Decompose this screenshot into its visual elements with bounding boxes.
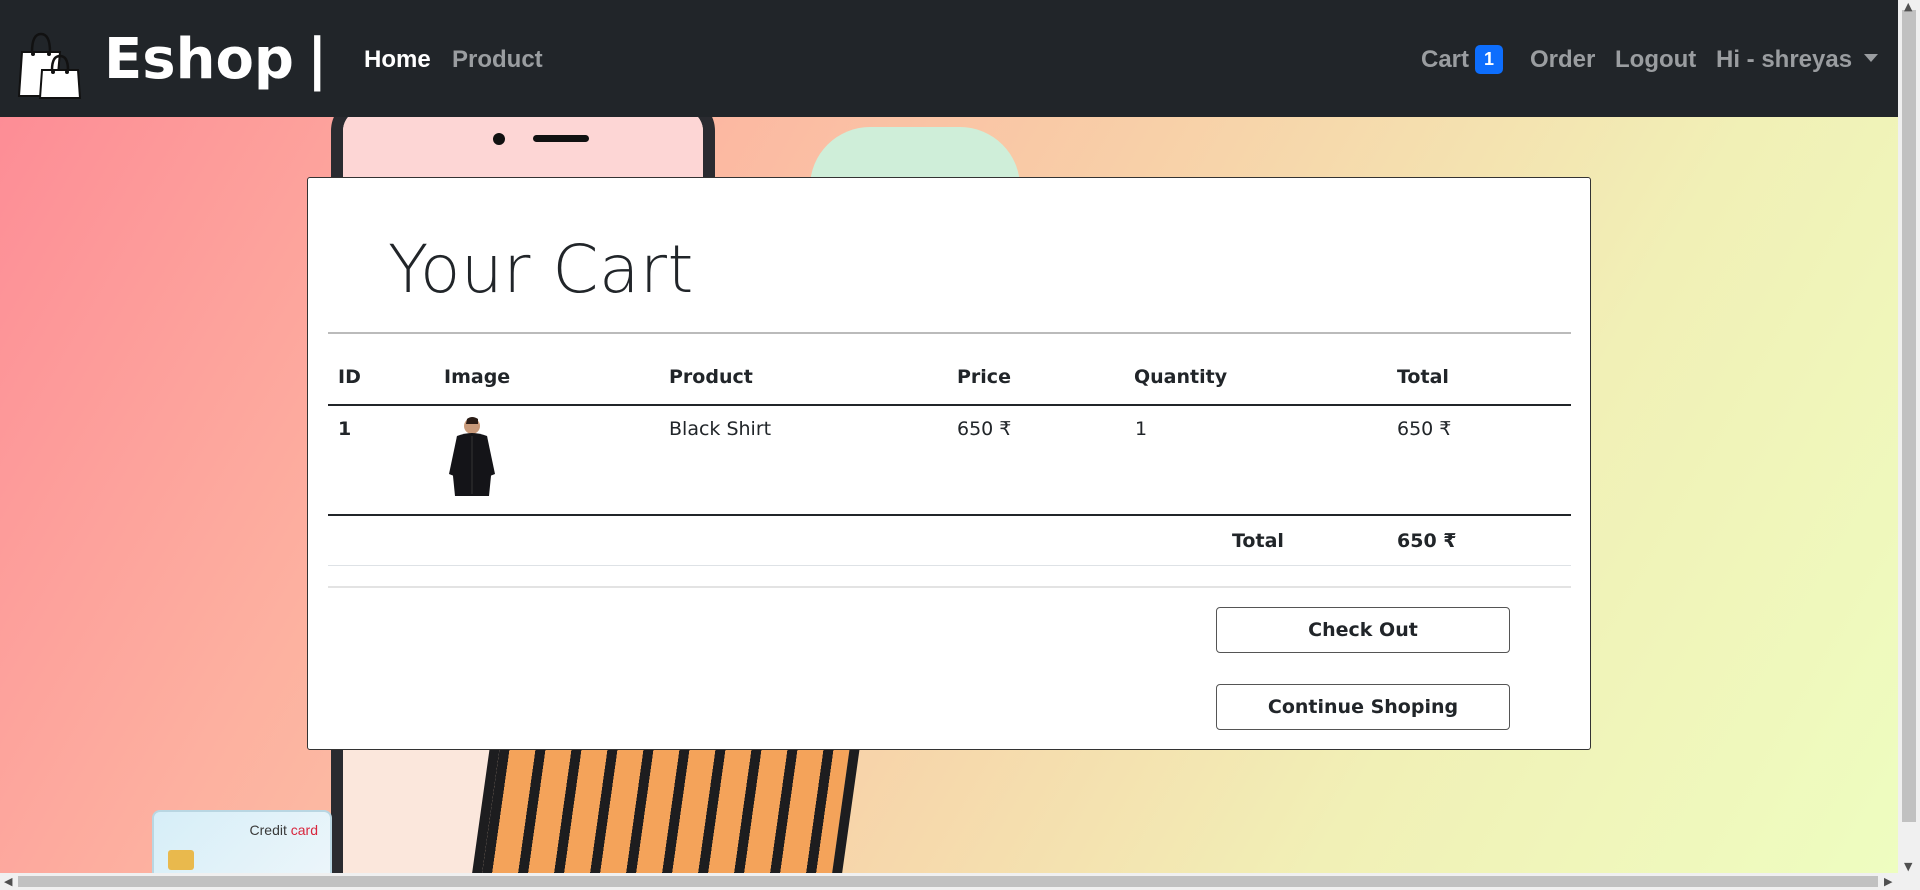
cart-count-badge: 1: [1475, 45, 1504, 74]
phone-camera-icon: [493, 133, 505, 145]
scroll-down-icon[interactable]: ▼: [1904, 860, 1912, 873]
column-header-total: Total: [1397, 366, 1449, 388]
phone-speaker-icon: [533, 135, 589, 142]
user-greeting: Hi - shreyas: [1716, 46, 1853, 73]
nav-order-link[interactable]: Order: [1530, 44, 1595, 76]
black-shirt-image: [449, 417, 495, 496]
row-price: 650 ₹: [957, 418, 1012, 440]
shopping-cart-illustration: [468, 737, 862, 873]
column-header-price: Price: [957, 366, 1011, 388]
user-dropdown[interactable]: Hi - shreyas: [1716, 44, 1879, 76]
nav-product-link[interactable]: Product: [452, 44, 543, 76]
page-title: Your Cart: [388, 231, 694, 308]
cart-panel: Your Cart ID Image Product Price Quantit…: [307, 177, 1591, 750]
brand-separator: |: [307, 27, 328, 92]
column-header-id: ID: [338, 366, 361, 388]
total-value: 650 ₹: [1397, 530, 1457, 552]
table-body-divider: [328, 514, 1571, 516]
column-header-quantity: Quantity: [1134, 366, 1228, 388]
divider: [328, 586, 1571, 588]
total-label: Total: [1232, 530, 1284, 552]
scroll-right-icon[interactable]: ▶: [1884, 875, 1892, 888]
shopping-bags-icon: [17, 32, 82, 99]
divider: [328, 332, 1571, 334]
row-product: Black Shirt: [669, 418, 772, 440]
vertical-scrollbar-thumb[interactable]: [1902, 10, 1916, 822]
horizontal-scrollbar-thumb[interactable]: [18, 876, 1878, 887]
nav-logout-link[interactable]: Logout: [1615, 44, 1696, 76]
checkout-button[interactable]: Check Out: [1216, 607, 1510, 653]
scroll-up-icon[interactable]: ▲: [1904, 0, 1912, 13]
row-quantity: 1: [1135, 418, 1148, 440]
brand-name[interactable]: Eshop: [104, 28, 294, 92]
scroll-left-icon[interactable]: ◀: [4, 875, 12, 888]
nav-cart-link[interactable]: Cart 1: [1421, 44, 1504, 76]
column-header-image: Image: [444, 366, 511, 388]
credit-card-illustration: Credit card: [152, 810, 332, 873]
top-navbar: Eshop | Home Product Cart 1 Order Logout …: [0, 0, 1898, 117]
table-header-divider: [328, 404, 1571, 406]
continue-shopping-button[interactable]: Continue Shoping: [1216, 684, 1510, 730]
card-chip-icon: [168, 850, 194, 870]
column-header-product: Product: [669, 366, 753, 388]
table-footer-divider: [328, 565, 1571, 566]
row-total: 650 ₹: [1397, 418, 1452, 440]
nav-home-link[interactable]: Home: [364, 44, 431, 76]
chevron-down-icon: [1864, 54, 1879, 62]
row-id: 1: [338, 418, 352, 440]
cart-label: Cart: [1421, 46, 1470, 73]
